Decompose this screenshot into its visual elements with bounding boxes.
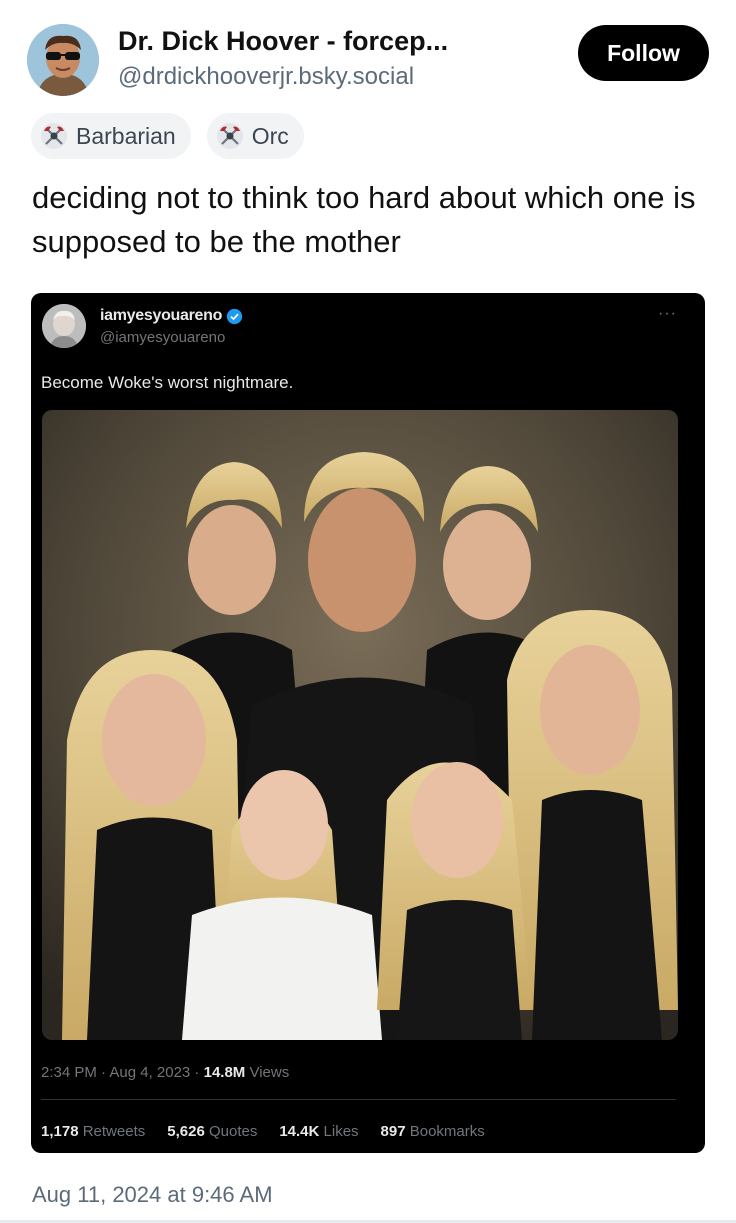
views-count: 14.8M — [203, 1064, 246, 1081]
stat-count: 5,626 — [167, 1123, 205, 1140]
quoted-author-name: iamyesyouareno — [100, 307, 223, 324]
quoted-post-time: 2:34 PM · Aug 4, 2023 · — [41, 1064, 204, 1081]
stat-retweets: 1,178 Retweets — [41, 1123, 145, 1140]
stat-label: Quotes — [204, 1123, 258, 1140]
post-text: deciding not to think too hard about whi… — [32, 180, 696, 259]
views-label: Views — [245, 1064, 290, 1081]
stat-label: Retweets — [78, 1123, 146, 1140]
quoted-author-avatar — [42, 304, 86, 348]
stat-count: 897 — [380, 1123, 406, 1140]
badge-orc[interactable]: Orc — [206, 113, 304, 159]
quoted-post-screenshot[interactable]: iamyesyouareno @iamyesyouareno ··· Becom… — [31, 293, 705, 1153]
quoted-post-stats: 1,178 Retweets 5,626 Quotes 14.4K Likes … — [41, 1123, 485, 1140]
quoted-post-meta: 2:34 PM · Aug 4, 2023 · 14.8M Views — [41, 1064, 289, 1081]
badge-label: Barbarian — [76, 122, 176, 149]
portrait-illustration — [42, 410, 678, 1040]
avatar-portrait-icon — [42, 304, 86, 348]
author-handle[interactable]: @drdickhooverjr.bsky.social — [118, 63, 414, 91]
post-timestamp[interactable]: Aug 11, 2024 at 9:46 AM — [32, 1182, 273, 1208]
badge-label: Orc — [251, 122, 289, 149]
stat-likes: 14.4K Likes — [279, 1123, 358, 1140]
avatar-sunglasses-icon — [27, 24, 99, 96]
author-avatar[interactable] — [27, 24, 99, 96]
follow-button[interactable]: Follow — [578, 25, 709, 81]
post-header: Dr. Dick Hoover - forcep... @drdickhoove… — [0, 0, 736, 110]
stat-count: 14.4K — [279, 1123, 320, 1140]
stat-bookmarks: 897 Bookmarks — [381, 1123, 485, 1140]
stat-count: 1,178 — [41, 1123, 79, 1140]
badge-list: Barbarian Orc — [31, 113, 304, 159]
axes-crest-icon — [216, 123, 243, 149]
axes-crest-icon — [41, 123, 67, 149]
stat-label: Bookmarks — [405, 1123, 485, 1140]
author-display-name[interactable]: Dr. Dick Hoover - forcep... — [118, 26, 448, 57]
stat-quotes: 5,626 Quotes — [167, 1123, 257, 1140]
verified-badge-icon — [226, 308, 243, 324]
quoted-author-name-row: iamyesyouareno — [100, 307, 243, 325]
badge-barbarian[interactable]: Barbarian — [31, 113, 191, 159]
family-portrait-image — [42, 410, 678, 1040]
quoted-author-handle: @iamyesyouareno — [100, 329, 226, 346]
divider — [41, 1099, 676, 1100]
quoted-post-text: Become Woke's worst nightmare. — [41, 373, 294, 392]
more-dots-icon: ··· — [658, 305, 677, 322]
stat-label: Likes — [319, 1123, 359, 1140]
